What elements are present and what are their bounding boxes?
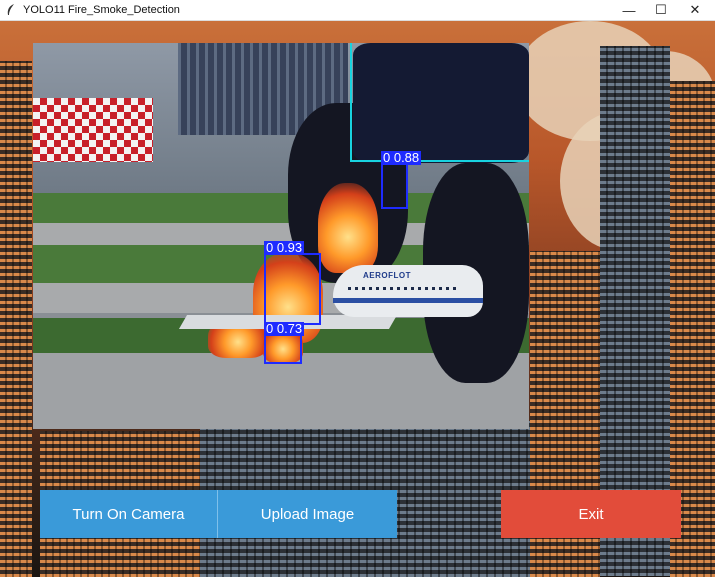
- title-bar: YOLO11 Fire_Smoke_Detection — ☐ ✕: [0, 0, 715, 21]
- app-window: YOLO11 Fire_Smoke_Detection — ☐ ✕ AEROFL…: [0, 0, 715, 577]
- minimize-button[interactable]: —: [612, 0, 646, 20]
- smoke-region-box: [350, 43, 529, 162]
- exit-label: Exit: [578, 505, 604, 523]
- window-title: YOLO11 Fire_Smoke_Detection: [23, 4, 180, 16]
- detection-image: AEROFLOT 0 0.88 0 0.93 0 0.73: [33, 43, 529, 429]
- detection-box: 0 0.88: [381, 151, 422, 209]
- minimize-icon: —: [622, 2, 636, 18]
- turn-on-camera-button[interactable]: Turn On Camera: [40, 490, 217, 538]
- detection-label: 0 0.73: [264, 321, 305, 336]
- maximize-icon: ☐: [655, 2, 667, 17]
- maximize-button[interactable]: ☐: [644, 0, 678, 20]
- exit-button[interactable]: Exit: [501, 490, 681, 538]
- plane-logo: AEROFLOT: [363, 271, 411, 280]
- close-icon: ✕: [689, 2, 701, 17]
- detection-box: 0 0.93: [264, 241, 321, 325]
- detection-box: 0 0.73: [264, 322, 305, 364]
- turn-on-camera-label: Turn On Camera: [72, 505, 185, 523]
- feather-icon: [7, 4, 14, 15]
- close-button[interactable]: ✕: [678, 0, 712, 20]
- detection-label: 0 0.88: [381, 150, 422, 165]
- upload-image-button[interactable]: Upload Image: [217, 490, 397, 538]
- detection-label: 0 0.93: [264, 240, 305, 255]
- upload-image-label: Upload Image: [260, 505, 355, 523]
